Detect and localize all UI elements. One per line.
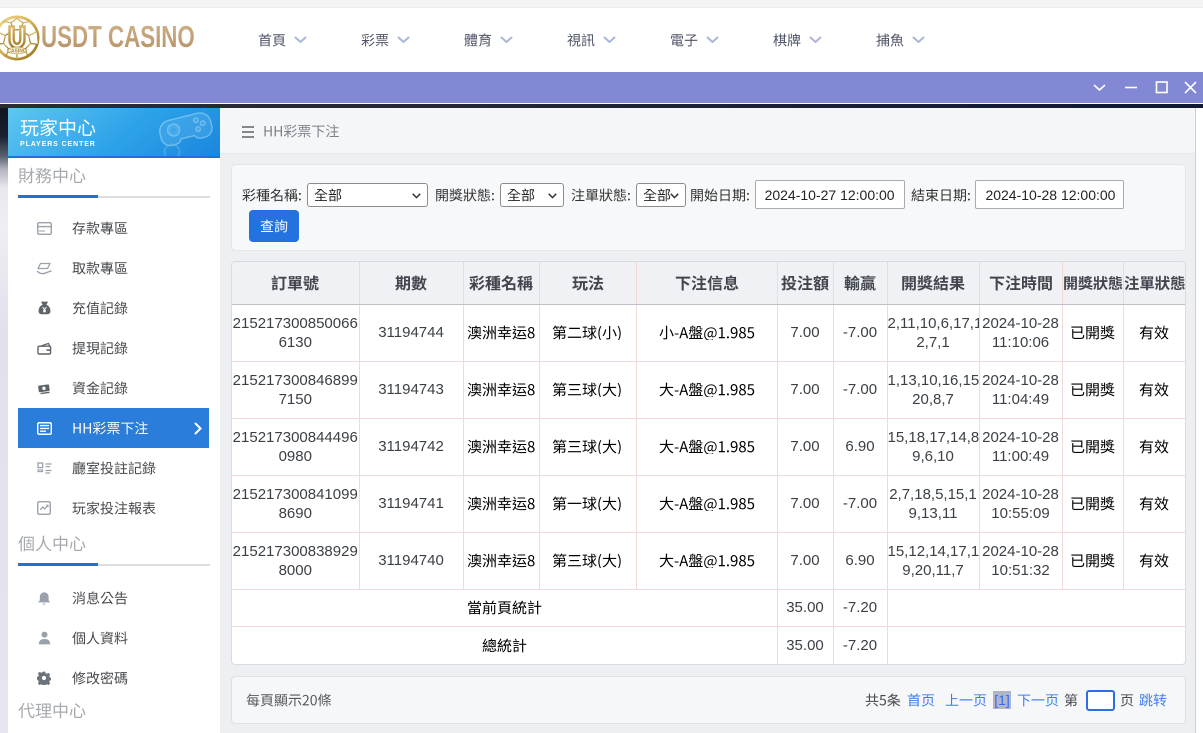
svg-text:CASINO: CASINO [7,49,27,55]
